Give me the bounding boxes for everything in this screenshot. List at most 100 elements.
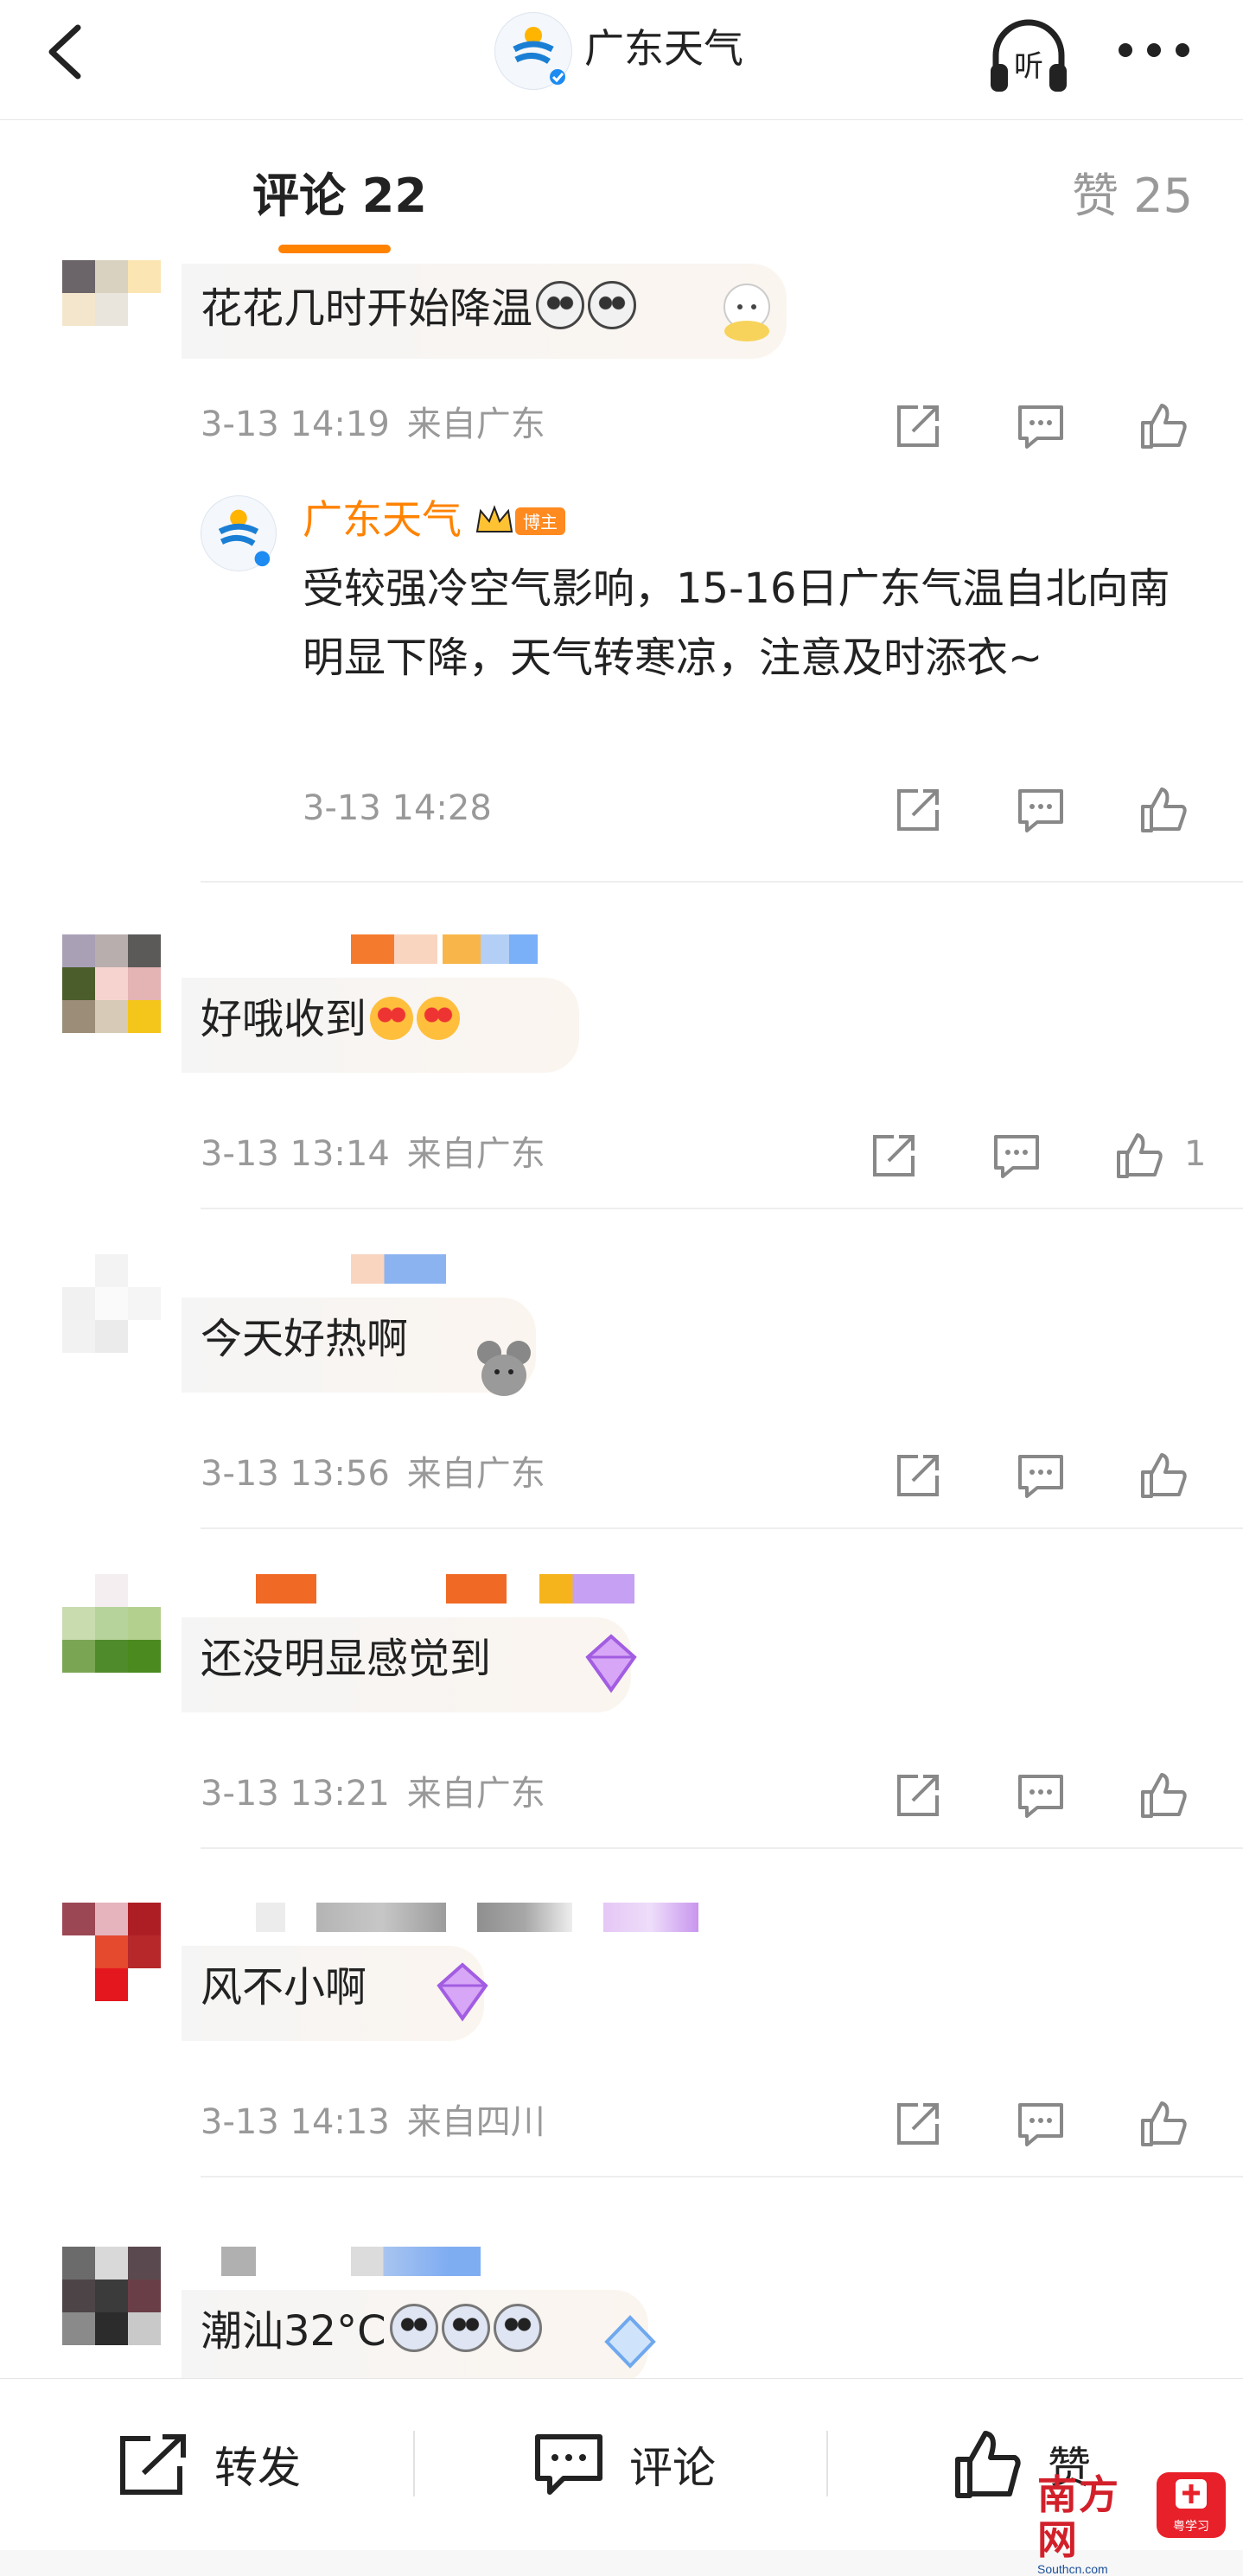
avatar[interactable] <box>62 1254 161 1353</box>
diamond-sticker-icon <box>604 2315 656 2369</box>
tab-comments[interactable]: 评论 22 <box>252 165 427 227</box>
panda-emoji-icon <box>588 281 637 329</box>
comment-meta: 3-13 14:19 来自广东 <box>201 400 545 449</box>
comment-label: 评论 <box>629 2443 716 2493</box>
repost-button[interactable]: 转发 <box>118 2379 301 2550</box>
heart-eyes-emoji-icon <box>417 997 461 1040</box>
like-icon[interactable] <box>1113 1130 1165 1182</box>
like-count: 1 <box>1184 1134 1207 1174</box>
username-blurred[interactable] <box>351 2247 481 2276</box>
comment-icon[interactable] <box>1015 1450 1067 1502</box>
avatar[interactable] <box>62 1903 161 2001</box>
share-icon[interactable] <box>868 1130 920 1182</box>
username-blurred[interactable] <box>477 1903 572 1932</box>
reply-author-name[interactable]: 广东天气 <box>303 494 462 545</box>
avatar[interactable] <box>62 260 161 359</box>
username-blurred[interactable] <box>539 1574 634 1604</box>
username-blurred[interactable] <box>316 1903 446 1932</box>
watermark-domain: Southcn.com <box>1037 2562 1108 2576</box>
listen-icon[interactable]: 听 <box>985 16 1072 99</box>
cold-face-emoji-icon <box>493 2304 542 2352</box>
crown-badge-icon: 博主 <box>475 505 565 535</box>
cold-face-emoji-icon <box>441 2304 490 2352</box>
comment-location: 来自广东 <box>406 1134 545 1174</box>
more-icon[interactable] <box>1115 33 1193 67</box>
comment-item: 还没明显感觉到 3-13 13:21 来自广东 <box>0 1574 1243 1911</box>
diamond-sticker-icon <box>585 1634 637 1693</box>
watermark-site-name: 南方网 <box>1037 2471 1120 2563</box>
divider <box>201 881 1243 883</box>
comment-location: 来自广东 <box>406 405 545 444</box>
avatar[interactable] <box>62 1574 161 1673</box>
comment-meta: 3-13 13:21 来自广东 <box>201 1769 545 1818</box>
comment-location: 来自广东 <box>406 1454 545 1494</box>
comment-text: 今天好热啊 <box>201 1315 409 1363</box>
like-icon[interactable] <box>1138 400 1189 452</box>
comment-icon[interactable] <box>1015 2098 1067 2150</box>
like-icon[interactable] <box>1138 784 1189 836</box>
username-blurred[interactable] <box>603 1903 698 1932</box>
divider <box>201 2176 1243 2177</box>
comment-item: 风不小啊 3-13 14:13 来自四川 <box>0 1903 1243 2240</box>
app-logo-icon <box>1176 2479 1207 2509</box>
comment-button[interactable]: 评论 <box>532 2379 716 2550</box>
panda-emoji-icon <box>536 281 585 329</box>
username-blurred[interactable] <box>221 2247 256 2276</box>
back-icon[interactable] <box>41 21 90 83</box>
reply-author-avatar[interactable] <box>201 495 277 571</box>
comment-icon[interactable] <box>1015 784 1067 836</box>
diamond-sticker-icon <box>437 1962 488 2022</box>
share-icon[interactable] <box>892 1450 944 1502</box>
comment-text: 好哦收到 <box>201 992 461 1047</box>
tab-likes[interactable]: 赞 25 <box>1072 165 1193 227</box>
comment-time: 3-13 14:13 <box>201 2102 390 2142</box>
comment-time: 3-13 13:14 <box>201 1134 390 1174</box>
username-blurred[interactable] <box>256 1903 285 1932</box>
comment-item: 花花几时开始降温 3-13 14:19 来自广东 广东天气 博主 受较强冷空气影… <box>0 260 1243 883</box>
username-blurred[interactable] <box>351 1254 446 1284</box>
baby-sticker-icon <box>723 284 770 341</box>
weather-logo-icon <box>218 509 271 567</box>
like-icon[interactable] <box>1138 1450 1189 1502</box>
comment-icon[interactable] <box>1015 1769 1067 1821</box>
author-badge-label: 博主 <box>523 512 558 532</box>
comment-feed[interactable]: 花花几时开始降温 3-13 14:19 来自广东 广东天气 博主 受较强冷空气影… <box>0 260 1243 2378</box>
mouse-sticker-icon <box>477 1341 531 1396</box>
divider <box>201 1208 1243 1209</box>
share-icon[interactable] <box>892 400 944 452</box>
avatar[interactable] <box>62 2247 161 2345</box>
reply-time: 3-13 14:28 <box>303 788 492 828</box>
reply-text: 受较强冷空气影响，15-16日广东气温自北向南明显下降，天气转寒凉，注意及时添衣… <box>303 564 1170 682</box>
username-blurred[interactable] <box>351 934 437 964</box>
comment-icon[interactable] <box>991 1130 1042 1182</box>
app-badge-icon: 粤学习 <box>1157 2472 1226 2538</box>
like-icon[interactable] <box>1138 2098 1189 2150</box>
username-blurred[interactable] <box>446 1574 507 1604</box>
username-blurred[interactable] <box>443 934 538 964</box>
tab-bar: 评论 22 赞 25 <box>0 120 1243 260</box>
watermark-logo: 南方网 Southcn.com <box>1037 2472 1141 2576</box>
comment-text: 风不小啊 <box>201 1963 367 2012</box>
cold-face-emoji-icon <box>389 2304 438 2352</box>
heart-eyes-emoji-icon <box>370 997 414 1040</box>
avatar[interactable] <box>62 934 161 1033</box>
comment-location: 来自广东 <box>406 1774 545 1814</box>
share-icon[interactable] <box>892 784 944 836</box>
like-icon[interactable] <box>1138 1769 1189 1821</box>
account-avatar[interactable] <box>494 12 572 90</box>
divider <box>826 2431 828 2496</box>
top-bar: 广东天气 听 <box>0 0 1243 120</box>
comment-text: 还没明显感觉到 <box>201 1635 492 1683</box>
divider <box>201 1847 1243 1849</box>
page-title: 广东天气 <box>584 25 743 72</box>
username-blurred[interactable] <box>256 1574 316 1604</box>
share-icon[interactable] <box>892 2098 944 2150</box>
comment-icon[interactable] <box>1015 400 1067 452</box>
comment-meta: 3-13 14:13 来自四川 <box>201 2098 545 2146</box>
divider <box>201 1527 1243 1529</box>
comment-icon <box>535 2434 602 2495</box>
comment-item: 今天好热啊 3-13 13:56 来自广东 <box>0 1254 1243 1591</box>
listen-label: 听 <box>1014 49 1043 84</box>
share-icon[interactable] <box>892 1769 944 1821</box>
share-icon <box>120 2434 186 2495</box>
